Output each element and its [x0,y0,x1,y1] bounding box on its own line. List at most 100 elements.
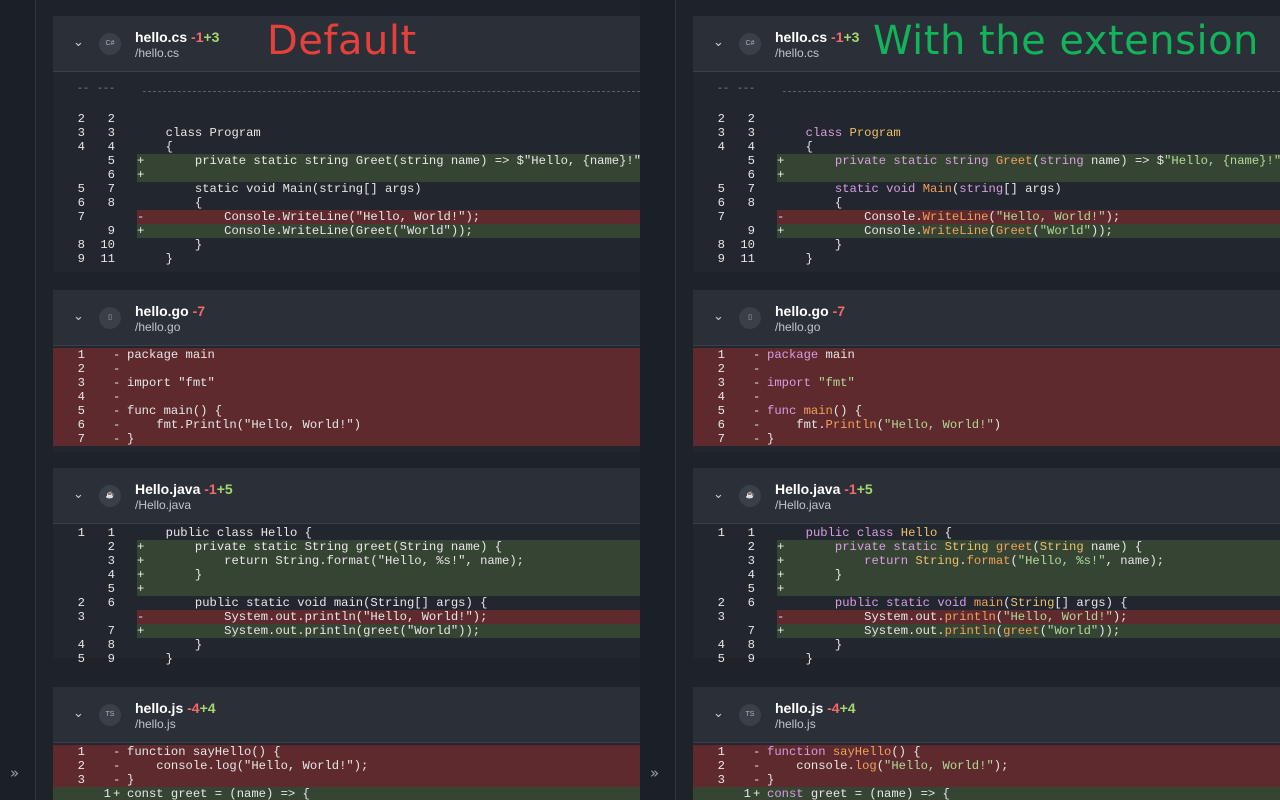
file-name: hello.go -7 [775,303,845,319]
file-diff-card: ⌄ ☕ Hello.java -1+5/Hello.java 1 1 public cl… [53,468,640,666]
file-type-icon: ☕ [739,485,761,507]
code-text: package main [127,348,215,362]
new-line-number: 9 [747,652,755,666]
code-text: package main [767,348,855,362]
code-text: return String.format("Hello, %s!", name)… [864,554,1165,568]
right-expand-icon[interactable]: » [650,764,659,782]
chevron-down-icon[interactable]: ⌄ [73,488,84,501]
chevron-down-icon[interactable]: ⌄ [713,488,724,501]
code-line: 5 - func main() { [53,404,640,418]
removed-count: -4 [187,700,200,716]
hunk-old-marker: -- [717,84,730,95]
old-line-number: 7 [717,432,725,446]
file-diff-card: ⌄ TS hello.js -4+4/hello.js 1- function sayH… [693,687,1280,800]
diff-marker: - [777,610,785,624]
line-highlight [693,390,1280,404]
code-line: 3 + return String.format("Hello, %s!", na… [693,554,1280,568]
chevron-down-icon[interactable]: ⌄ [713,310,724,323]
code-line: 3 - System.out.println("Hello, World!"); [53,610,640,624]
code-text: private static string Greet(string name)… [834,154,1280,168]
code-text: } [151,238,203,252]
diff-marker: - [753,745,761,759]
old-line-number: 1 [717,745,725,759]
hunk-dash-line [143,91,640,92]
line-highlight [777,568,1280,582]
chevron-down-icon[interactable]: ⌄ [73,310,84,323]
file-name-text: Hello.java [775,481,841,497]
diff-marker: - [753,773,761,787]
left-expand-icon[interactable]: » [10,764,19,782]
old-line-number: 2 [77,596,85,610]
code-line: 7 - Console.WriteLine("Hello, World!"); [53,210,640,224]
code-block: -- --- 2 2 3 3 class Program 4 4 {5 + private st… [53,72,640,266]
file-header[interactable]: ⌄ ▯ hello.go -7/hello.go [693,290,1280,346]
file-header[interactable]: ⌄ ▯ hello.go -7/hello.go [53,290,640,346]
chevron-down-icon[interactable]: ⌄ [73,707,84,720]
code-line: 5 9 } [53,652,640,666]
file-name-text: hello.cs [135,29,188,45]
diff-marker: + [137,568,145,582]
code-block: 1- package main 2-3- import "fmt" 4-5- func m… [693,348,1280,446]
new-line-number: 7 [107,624,115,638]
old-line-number: 2 [717,112,725,126]
diff-marker: - [113,418,121,432]
removed-count: -4 [827,700,840,716]
file-path: /hello.js [135,717,176,731]
diff-marker: - [777,210,785,224]
new-line-number: 5 [747,154,755,168]
file-header[interactable]: ⌄ TS hello.js -4+4/hello.js [53,687,640,743]
diff-marker: + [777,582,785,596]
code-line: 3 + return String.format("Hello, %s!", na… [53,554,640,568]
code-line: 7 -} [693,432,1280,446]
code-text: class Program [805,126,901,140]
diff-marker: + [137,224,145,238]
file-name-text: hello.js [135,700,184,716]
old-line-number: 6 [717,196,725,210]
code-line: 2- [693,362,1280,376]
removed-count: -1 [831,29,844,45]
file-header[interactable]: ⌄ ☕ Hello.java -1+5/Hello.java [53,468,640,524]
old-line-number: 3 [77,773,85,787]
code-line: 5 9 } [693,652,1280,666]
chevron-down-icon[interactable]: ⌄ [73,36,84,49]
code-text: private static String greet(String name)… [151,540,503,554]
code-text: Console.WriteLine("Hello, World!"); [791,210,1121,224]
file-diff-card: ⌄ TS hello.js -4+4/hello.js 1- function sayH… [53,687,640,800]
hunk-old-marker: -- [77,84,90,95]
chevron-down-icon[interactable]: ⌄ [713,707,724,720]
diff-marker: + [137,154,145,168]
code-text: { [791,140,813,154]
new-line-number: 4 [747,140,755,154]
file-path: /hello.js [775,717,816,731]
code-line: 6 + [693,168,1280,182]
diff-marker: + [137,624,145,638]
code-line: 2- [53,362,640,376]
file-type-icon: C# [99,33,121,55]
old-line-number: 9 [77,252,85,266]
chevron-down-icon[interactable]: ⌄ [713,36,724,49]
code-line: 2 6 public static void main(String[] args… [53,596,640,610]
code-line: 22 [693,112,1280,126]
code-line: 3 3 class Program [693,126,1280,140]
code-block: -- --- 2 2 3 3 class Program 4 4 {5 + private st… [693,72,1280,266]
file-path: /hello.cs [135,46,180,60]
file-name: hello.cs -1+3 [135,29,219,45]
code-line: 9 11 } [53,252,640,266]
old-line-number: 2 [77,362,85,376]
code-text: System.out.println("Hello, World!"); [791,610,1128,624]
new-line-number: 8 [107,196,115,210]
code-line: 2 + private static String greet(String na… [53,540,640,554]
hunk-new-marker: --- [97,84,116,95]
old-line-number: 2 [717,362,725,376]
old-line-number: 7 [77,432,85,446]
code-line: 5 - func main() { [693,404,1280,418]
file-type-icon: ☕ [99,485,121,507]
code-line: 3 3 class Program [53,126,640,140]
code-line: 1 + const greet = (name) => { [53,787,640,800]
left-pane-label: Default [267,18,417,64]
file-name: hello.go -7 [135,303,205,319]
new-line-number: 9 [107,224,115,238]
file-header[interactable]: ⌄ TS hello.js -4+4/hello.js [693,687,1280,743]
code-text: console.log("Hello, World!"); [767,759,1009,773]
file-header[interactable]: ⌄ ☕ Hello.java -1+5/Hello.java [693,468,1280,524]
